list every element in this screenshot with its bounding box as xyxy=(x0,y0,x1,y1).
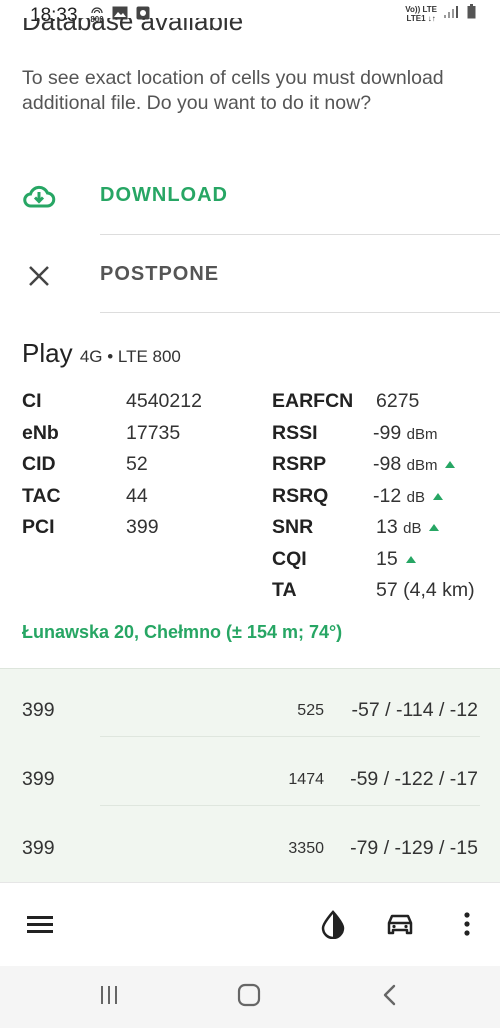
param-key: CI xyxy=(22,390,42,412)
recents-icon[interactable] xyxy=(96,982,122,1008)
signal-icon xyxy=(443,5,461,24)
param-unit: dB xyxy=(403,520,422,537)
menu-icon[interactable] xyxy=(25,909,55,939)
neighbor-earfcn: 525 xyxy=(297,702,324,719)
cloud-download-icon xyxy=(22,180,56,214)
contrast-icon[interactable] xyxy=(318,909,348,940)
param-value: -98 xyxy=(373,453,402,475)
param-value: 6275 xyxy=(376,390,420,412)
neighbor-pci: 399 xyxy=(22,768,55,790)
param-key: RSSI xyxy=(272,422,318,444)
home-icon[interactable] xyxy=(236,982,262,1008)
param-value: -99 xyxy=(373,422,402,444)
neighbor-signal: -79 / -129 / -15 xyxy=(350,837,478,859)
param-value: 44 xyxy=(126,485,148,507)
network-type: Vo)) LTE LTE1 ↓↑ xyxy=(405,5,437,23)
param-unit: dB xyxy=(406,489,425,506)
system-nav-bar xyxy=(0,966,500,1028)
param-key: EARFCN xyxy=(272,390,354,412)
cell-location-link[interactable]: Łunawska 20, Chełmno (± 154 m; 74°) xyxy=(22,622,342,643)
cell-title: Play 4G • LTE 800 xyxy=(22,338,181,369)
cell-technology: 4G • LTE 800 xyxy=(79,347,181,366)
param-value: 13 xyxy=(376,516,398,538)
param-value: 52 xyxy=(126,453,148,475)
trend-up-icon xyxy=(432,493,443,500)
download-action[interactable]: DOWNLOAD xyxy=(0,158,500,234)
param-key: RSRP xyxy=(272,453,327,475)
dialog-title: Database available xyxy=(22,18,244,36)
car-icon[interactable] xyxy=(385,909,415,939)
list-item[interactable]: 399 3350 -79 / -129 / -15 xyxy=(0,807,500,875)
param-value: 15 xyxy=(376,548,398,570)
trend-up-icon xyxy=(429,524,440,531)
divider xyxy=(100,234,500,235)
param-value: -12 xyxy=(373,485,402,507)
neighbor-earfcn: 3350 xyxy=(288,840,324,857)
param-value: 57 (4,4 km) xyxy=(376,579,475,601)
trend-up-icon xyxy=(445,461,456,468)
network-type-top: Vo)) LTE xyxy=(405,5,437,14)
list-item[interactable]: 399 525 -57 / -114 / -12 xyxy=(0,669,500,737)
param-key: TAC xyxy=(22,485,61,507)
back-icon[interactable] xyxy=(377,982,403,1008)
bottom-app-bar xyxy=(0,882,500,967)
list-item[interactable]: 399 1474 -59 / -122 / -17 xyxy=(0,738,500,806)
neighbor-pci: 399 xyxy=(22,837,55,859)
network-type-bottom: LTE1 ↓↑ xyxy=(406,14,436,23)
neighbor-pci: 399 xyxy=(22,699,55,721)
cell-param-row: CI xyxy=(22,390,42,413)
close-icon xyxy=(22,259,56,293)
postpone-button-label: POSTPONE xyxy=(100,263,220,285)
param-key: CQI xyxy=(272,548,307,570)
neighbor-signal: -57 / -114 / -12 xyxy=(351,699,478,721)
divider xyxy=(100,736,480,737)
param-value: 17735 xyxy=(126,422,181,444)
download-button-label: DOWNLOAD xyxy=(100,184,228,206)
param-value: 4540212 xyxy=(126,390,202,412)
operator-name: Play xyxy=(22,338,73,368)
divider xyxy=(100,805,480,806)
divider xyxy=(100,312,500,313)
postpone-action[interactable]: POSTPONE xyxy=(0,237,500,313)
battery-icon xyxy=(467,4,476,24)
neighbor-signal: -59 / -122 / -17 xyxy=(350,768,478,790)
neighbor-earfcn: 1474 xyxy=(288,771,324,788)
trend-up-icon xyxy=(405,556,416,563)
param-key: RSRQ xyxy=(272,485,329,507)
param-unit: dBm xyxy=(406,457,438,474)
neighbor-cells-list: 399 525 -57 / -114 / -12 399 1474 -59 / … xyxy=(0,668,500,883)
param-key: PCI xyxy=(22,516,55,538)
param-key: SNR xyxy=(272,516,314,538)
more-vert-icon[interactable] xyxy=(452,909,482,939)
param-key: CID xyxy=(22,453,56,475)
param-unit: dBm xyxy=(406,426,438,443)
status-icons-right: Vo)) LTE LTE1 ↓↑ xyxy=(405,4,476,24)
param-key: eNb xyxy=(22,422,59,444)
param-value: 399 xyxy=(126,516,159,538)
dialog-message: To see exact location of cells you must … xyxy=(22,67,444,114)
param-key: TA xyxy=(272,579,297,601)
